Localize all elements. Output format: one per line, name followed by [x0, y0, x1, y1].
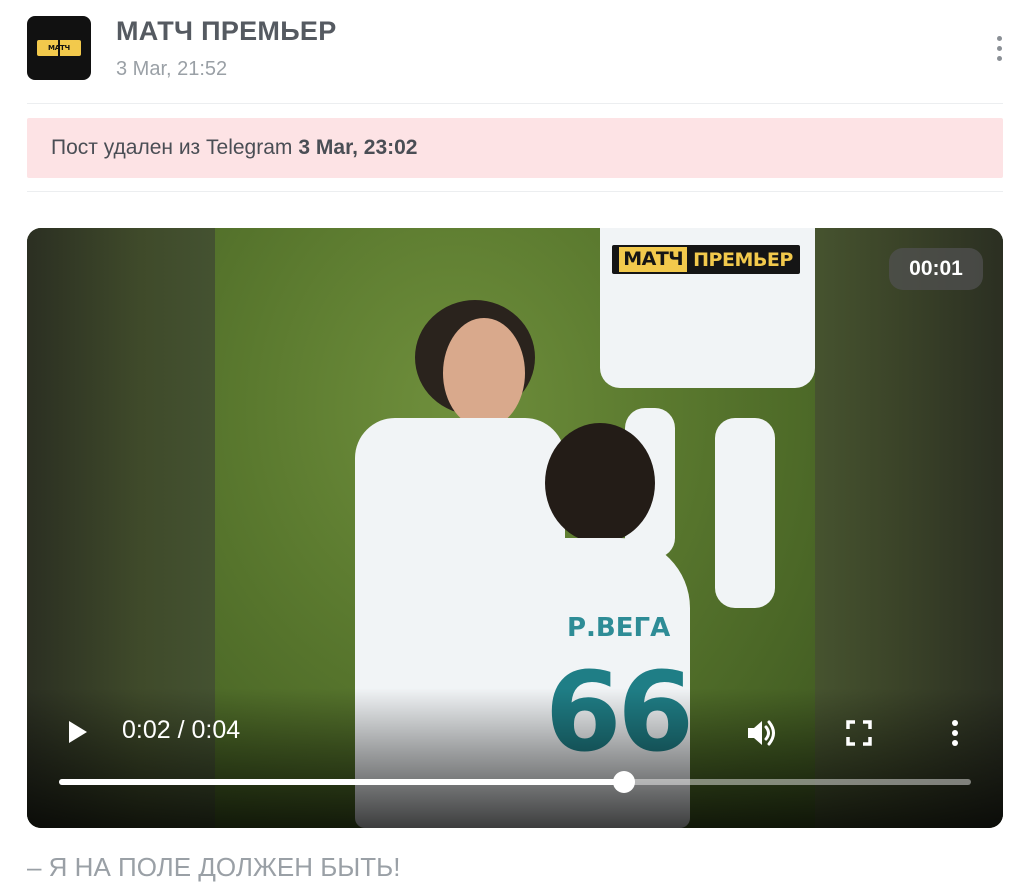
fullscreen-icon	[846, 720, 872, 746]
divider	[27, 191, 1003, 192]
fullscreen-button[interactable]	[842, 716, 876, 750]
volume-button[interactable]	[744, 716, 778, 750]
duration-badge: 00:01	[889, 248, 983, 290]
broadcast-logo: МАТЧ ПРЕМЬЕР	[612, 245, 800, 274]
more-vertical-icon	[952, 720, 958, 746]
channel-logo: МАТЧ	[37, 40, 81, 56]
progress-bar[interactable]	[59, 771, 971, 793]
player-shape	[715, 418, 775, 608]
post-card: МАТЧ МАТЧ ПРЕМЬЕР 3 Mar, 21:52 Пост удал…	[0, 0, 1034, 894]
post-caption: – Я НА ПОЛЕ ДОЛЖЕН БЫТЬ!	[27, 852, 401, 882]
divider	[27, 103, 1003, 104]
broadcast-logo-part1: МАТЧ	[619, 247, 688, 272]
post-menu-button[interactable]	[987, 30, 1011, 66]
deleted-notice-date: 3 Mar, 23:02	[298, 136, 418, 159]
post-header: МАТЧ МАТЧ ПРЕМЬЕР 3 Mar, 21:52	[27, 16, 1007, 84]
player-hair	[545, 423, 655, 543]
jersey-name: Р.ВЕГА	[567, 613, 671, 643]
channel-name[interactable]: МАТЧ ПРЕМЬЕР	[116, 16, 337, 47]
more-vertical-icon	[996, 35, 1002, 41]
progress-fill	[59, 779, 625, 785]
channel-avatar[interactable]: МАТЧ	[27, 16, 91, 80]
video-menu-button[interactable]	[938, 716, 972, 750]
play-button[interactable]	[63, 718, 91, 746]
deleted-notice-text: Пост удален из Telegram	[51, 136, 293, 159]
post-timestamp: 3 Mar, 21:52	[116, 58, 228, 80]
deleted-notice: Пост удален из Telegram 3 Mar, 23:02	[27, 118, 1003, 178]
video-controls: 0:02 / 0:04	[27, 688, 1003, 828]
volume-icon	[748, 720, 775, 746]
time-readout: 0:02 / 0:04	[122, 716, 241, 744]
video-player[interactable]: Р.ВЕГА 66 МАТЧ ПРЕМЬЕР 00:01 0:02 / 0:04	[27, 228, 1003, 828]
play-icon	[69, 721, 87, 743]
progress-thumb[interactable]	[613, 771, 636, 793]
broadcast-logo-part2: ПРЕМЬЕР	[693, 248, 793, 271]
player-face	[443, 318, 525, 428]
